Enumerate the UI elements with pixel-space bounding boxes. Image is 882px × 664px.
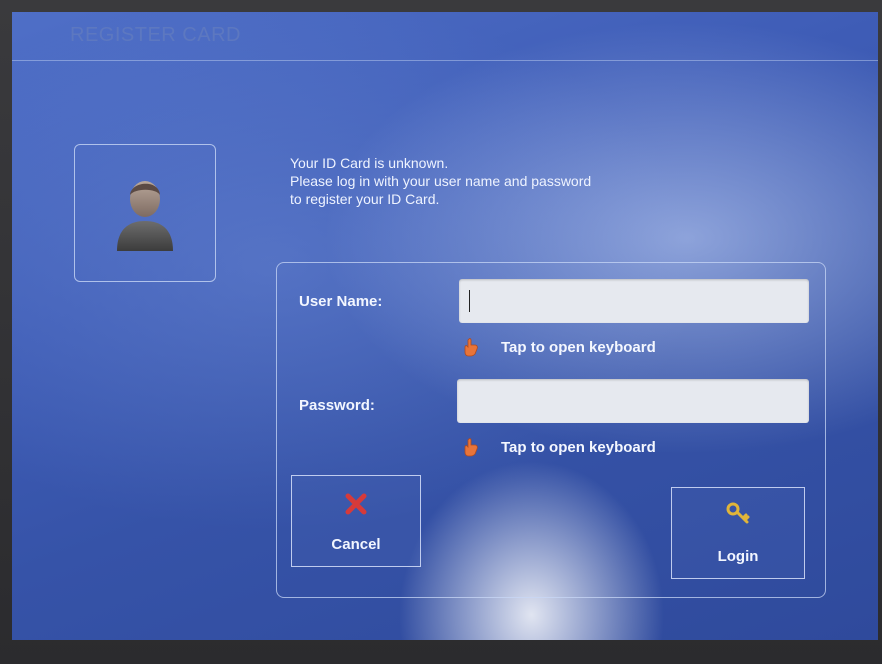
- password-keyboard-hint[interactable]: Tap to open keyboard: [461, 437, 656, 457]
- keyboard-hint-label: Tap to open keyboard: [501, 438, 656, 456]
- password-input[interactable]: [457, 379, 809, 423]
- message-line: Your ID Card is unknown.: [290, 155, 449, 171]
- username-label: User Name:: [299, 293, 383, 310]
- cancel-icon: [345, 493, 367, 515]
- username-input[interactable]: [459, 279, 809, 323]
- keyboard-hint-label: Tap to open keyboard: [501, 338, 656, 356]
- cancel-button[interactable]: Cancel: [291, 475, 421, 567]
- message-line: Please log in with your user name and pa…: [290, 173, 592, 189]
- login-panel: User Name: Tap to open keyboard Password…: [276, 262, 826, 598]
- page-title: REGISTER CARD: [70, 24, 241, 46]
- info-message: Your ID Card is unknown. Please log in w…: [290, 154, 730, 208]
- login-button[interactable]: Login: [671, 487, 805, 579]
- pointing-hand-icon: [464, 338, 478, 357]
- avatar-frame: [74, 144, 216, 282]
- text-caret: [469, 290, 470, 312]
- user-silhouette-icon: [117, 181, 173, 251]
- login-button-label: Login: [717, 548, 759, 565]
- username-keyboard-hint[interactable]: Tap to open keyboard: [461, 337, 656, 357]
- password-label: Password:: [299, 397, 375, 414]
- key-icon: [726, 502, 750, 524]
- message-line: to register your ID Card.: [290, 191, 440, 207]
- cancel-button-label: Cancel: [331, 536, 381, 553]
- touch-screen: REGISTER CARD Your ID Card is unknown. P…: [12, 12, 878, 640]
- pointing-hand-icon: [464, 438, 478, 457]
- screen-header: REGISTER CARD: [12, 12, 878, 61]
